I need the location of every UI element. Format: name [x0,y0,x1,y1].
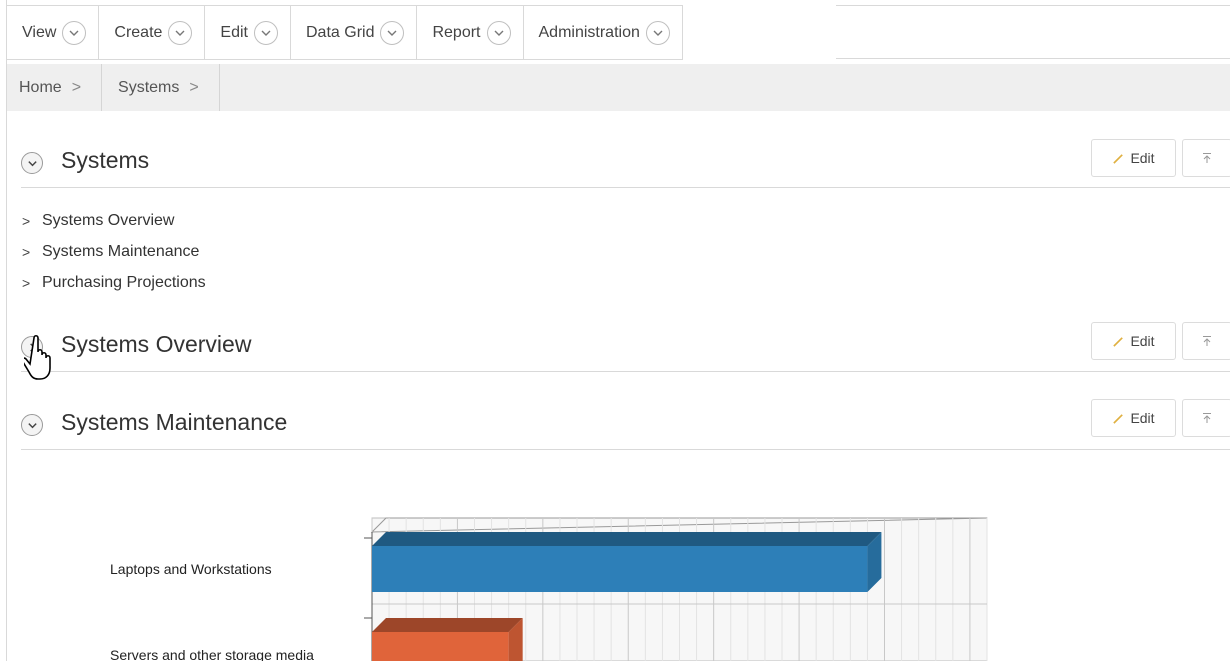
chevron-right-icon: > [22,243,31,260]
chevron-right-icon: > [189,78,199,96]
menu-label: Administration [538,23,640,41]
arrow-up-icon [1203,153,1211,163]
menu-label: Report [432,23,481,41]
chevron-down-icon[interactable] [254,20,278,45]
region-systems-header: Systems [21,138,1230,188]
chevron-down-icon[interactable] [645,20,670,45]
menu-administration[interactable]: Administration [524,6,683,59]
breadcrumb-home[interactable]: Home > [7,64,103,111]
collapse-toggle-icon[interactable] [21,414,43,436]
list-item-systems-maintenance[interactable]: > Systems Maintenance [22,236,206,267]
menu-create[interactable]: Create [99,6,206,59]
bar-front [372,632,509,661]
region-title: Systems [61,147,150,173]
arrow-up-icon [1203,413,1211,423]
edit-label: Edit [1130,333,1155,349]
go-to-top-button[interactable] [1182,139,1230,177]
maintenance-bar-chart: Laptops and Workstations Servers and othe… [110,517,988,661]
menu-label: Data Grid [306,23,375,41]
region-title: Systems Maintenance [61,409,288,435]
hand-cursor-icon [24,334,51,380]
pencil-icon [1113,153,1124,164]
edit-label: Edit [1130,410,1155,426]
region-systems-overview-header: Systems Overview [21,322,1230,372]
menu-data-grid[interactable]: Data Grid [291,6,418,59]
chevron-down-icon[interactable] [486,20,511,45]
bar-front [372,546,868,592]
menu-label: Create [114,23,163,41]
edit-button[interactable]: Edit [1091,322,1176,360]
menu-bar: View Create Edit Data Grid Report Admini… [7,5,1230,60]
collapse-toggle-icon[interactable] [21,152,43,174]
bar-top [372,618,523,632]
region-systems-maintenance-header: Systems Maintenance [21,400,1230,450]
chevron-down-icon[interactable] [168,20,193,45]
chevron-right-icon: > [71,78,82,96]
breadcrumb-label: Home [19,78,62,96]
list-item-purchasing-projections[interactable]: > Purchasing Projections [22,267,206,298]
menu-edit[interactable]: Edit [205,6,291,59]
chevron-down-icon[interactable] [62,20,87,45]
list-item-label: Systems Overview [42,211,175,229]
chevron-right-icon: > [22,212,31,229]
menu-report[interactable]: Report [417,6,524,59]
menu-spacer [836,5,1230,59]
menu-label: View [22,23,57,41]
edit-label: Edit [1130,150,1155,166]
breadcrumb-systems[interactable]: Systems > [102,64,220,111]
menu-label: Edit [220,23,248,41]
arrow-up-icon [1203,336,1211,346]
edit-button[interactable]: Edit [1091,399,1176,437]
list-item-systems-overview[interactable]: > Systems Overview [22,205,206,236]
list-item-label: Systems Maintenance [42,242,200,260]
edit-button[interactable]: Edit [1091,139,1176,177]
breadcrumb-label: Systems [118,78,180,96]
bar-top [372,532,882,546]
go-to-top-button[interactable] [1182,399,1230,437]
breadcrumb: Home > Systems > [7,64,1230,111]
list-item-label: Purchasing Projections [42,273,206,291]
chevron-right-icon: > [22,274,31,291]
go-to-top-button[interactable] [1182,322,1230,360]
category-label: Laptops and Workstations [110,561,272,577]
chevron-down-icon[interactable] [380,20,405,45]
region-title: Systems Overview [61,331,252,357]
category-label: Servers and other storage media [110,647,314,661]
sub-region-list: > Systems Overview > Systems Maintenance >… [22,205,206,298]
menu-view[interactable]: View [7,6,100,59]
pencil-icon [1113,336,1124,347]
pencil-icon [1113,413,1124,424]
